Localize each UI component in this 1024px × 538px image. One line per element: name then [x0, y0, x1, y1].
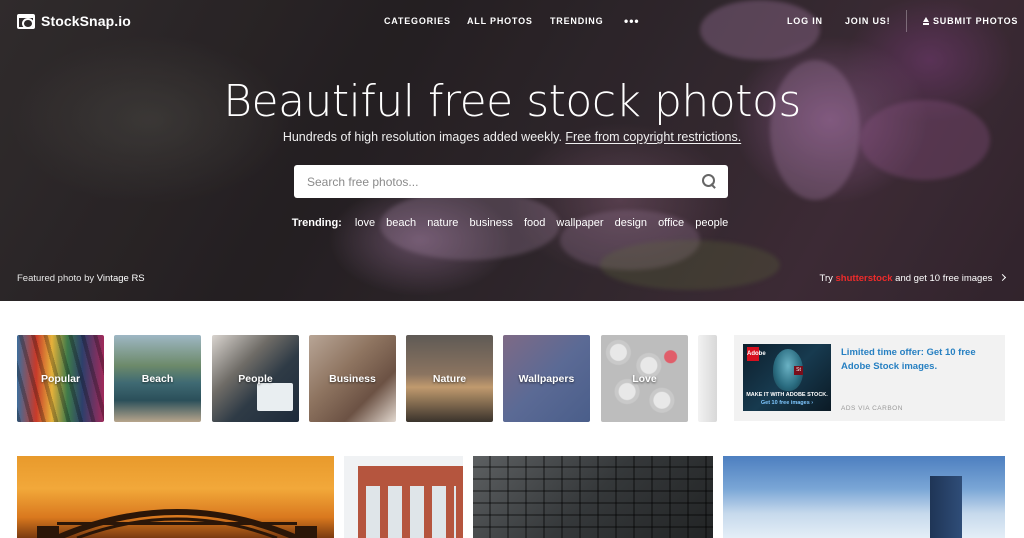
- adobe-logo: Adobe: [747, 347, 766, 361]
- trending-tag-food[interactable]: food: [524, 217, 545, 229]
- nav-join[interactable]: JOIN US!: [845, 16, 890, 26]
- category-beach[interactable]: Beach: [114, 335, 201, 422]
- nav-categories[interactable]: CATEGORIES: [384, 16, 451, 26]
- search-box: [294, 165, 728, 198]
- nav-trending[interactable]: TRENDING: [550, 16, 603, 26]
- featured-credit: Featured photo by Vintage RS: [17, 273, 145, 284]
- trending-tag-design[interactable]: design: [615, 217, 647, 229]
- category-label: Love: [632, 373, 657, 385]
- submit-photos-button[interactable]: SUBMIT PHOTOS: [922, 16, 1018, 26]
- upload-icon: [922, 17, 930, 25]
- photo-tile-building[interactable]: [344, 456, 463, 538]
- trending-tag-nature[interactable]: nature: [427, 217, 458, 229]
- nav-divider: [906, 10, 907, 32]
- ad-text-link[interactable]: Limited time offer: Get 10 free Adobe St…: [841, 346, 991, 374]
- category-label: Nature: [432, 373, 467, 385]
- trending-tag-people[interactable]: people: [695, 217, 728, 229]
- category-nature[interactable]: Nature: [406, 335, 493, 422]
- category-strip: Popular Beach People Business Nature Wal…: [17, 335, 717, 422]
- more-menu-icon[interactable]: •••: [624, 14, 640, 28]
- search-icon[interactable]: [702, 174, 716, 188]
- trending-tag-office[interactable]: office: [658, 217, 684, 229]
- trending-tags: Trending: love beach nature business foo…: [0, 217, 1024, 229]
- photo-tile-skyscraper[interactable]: [723, 456, 1005, 538]
- photo-tile-bridge[interactable]: [17, 456, 334, 538]
- hero-subtitle-text: Hundreds of high resolution images added…: [282, 130, 562, 144]
- submit-photos-label: SUBMIT PHOTOS: [933, 16, 1019, 26]
- category-label: Business: [329, 373, 376, 385]
- laptop-shape: [257, 383, 293, 411]
- chevron-right-icon: [998, 273, 1007, 282]
- carbon-ad[interactable]: Adobe St MAKE IT WITH ADOBE STOCK. Get 1…: [734, 335, 1005, 421]
- building-windows: [366, 486, 456, 538]
- search-input[interactable]: [294, 165, 694, 198]
- ad-image[interactable]: Adobe St MAKE IT WITH ADOBE STOCK. Get 1…: [743, 344, 831, 411]
- category-people[interactable]: People: [212, 335, 299, 422]
- trending-tag-wallpaper[interactable]: wallpaper: [556, 217, 603, 229]
- featured-author-link[interactable]: Vintage RS: [97, 273, 145, 284]
- adobe-stock-badge: St: [794, 366, 803, 375]
- ad-image-line1: MAKE IT WITH ADOBE STOCK.: [746, 392, 828, 398]
- shutterstock-logo: shutterstock: [835, 273, 893, 284]
- category-wallpapers[interactable]: Wallpapers: [503, 335, 590, 422]
- ad-via-label[interactable]: ADS VIA CARBON: [841, 405, 903, 412]
- nav-login[interactable]: LOG IN: [787, 16, 823, 26]
- promo-prefix: Try: [819, 273, 833, 284]
- promo-suffix: and get 10 free images: [895, 273, 993, 284]
- bridge-silhouette: [37, 509, 317, 538]
- category-label: Beach: [141, 373, 174, 385]
- camera-icon: [17, 13, 35, 29]
- category-label: Popular: [40, 373, 81, 385]
- category-business[interactable]: Business: [309, 335, 396, 422]
- hero-overlay: [0, 0, 1024, 301]
- trending-tag-love[interactable]: love: [355, 217, 375, 229]
- category-label: People: [238, 373, 273, 385]
- hero-title: Beautiful free stock photos: [223, 76, 801, 127]
- skyscraper-shape: [930, 476, 962, 538]
- copyright-link[interactable]: Free from copyright restrictions.: [565, 130, 741, 144]
- category-label: Wallpapers: [518, 373, 575, 385]
- hero-banner: StockSnap.io CATEGORIES ALL PHOTOS TREND…: [0, 0, 1024, 301]
- ad-image-line2: Get 10 free images ›: [760, 400, 814, 406]
- logo[interactable]: StockSnap.io: [17, 12, 131, 30]
- logo-text: StockSnap.io: [41, 13, 131, 29]
- hero-subtitle: Hundreds of high resolution images added…: [0, 130, 1024, 144]
- trending-label: Trending:: [291, 217, 342, 229]
- keyboard-keys: [473, 456, 713, 538]
- trending-tag-beach[interactable]: beach: [386, 217, 416, 229]
- category-love[interactable]: Love: [601, 335, 688, 422]
- trending-tag-business[interactable]: business: [469, 217, 512, 229]
- nav-all-photos[interactable]: ALL PHOTOS: [467, 16, 533, 26]
- top-nav: StockSnap.io CATEGORIES ALL PHOTOS TREND…: [0, 0, 1024, 42]
- featured-prefix: Featured photo by: [17, 273, 95, 284]
- category-popular[interactable]: Popular: [17, 335, 104, 422]
- photo-tile-keyboard[interactable]: [473, 456, 713, 538]
- category-partial[interactable]: [698, 335, 717, 422]
- shutterstock-promo[interactable]: Try shutterstock and get 10 free images: [819, 273, 1007, 284]
